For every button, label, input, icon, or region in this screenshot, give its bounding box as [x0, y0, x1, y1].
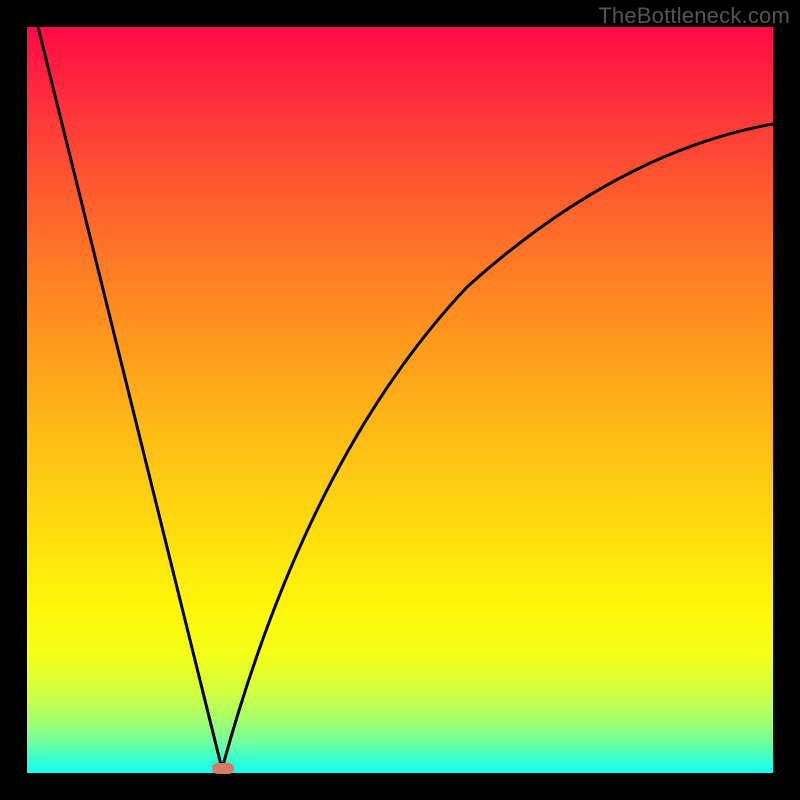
curve-path	[38, 27, 773, 769]
watermark-text: TheBottleneck.com	[598, 3, 790, 29]
chart-frame: TheBottleneck.com	[0, 0, 800, 800]
optimal-marker	[212, 763, 234, 774]
plot-area	[27, 27, 773, 773]
bottleneck-curve	[27, 27, 773, 773]
